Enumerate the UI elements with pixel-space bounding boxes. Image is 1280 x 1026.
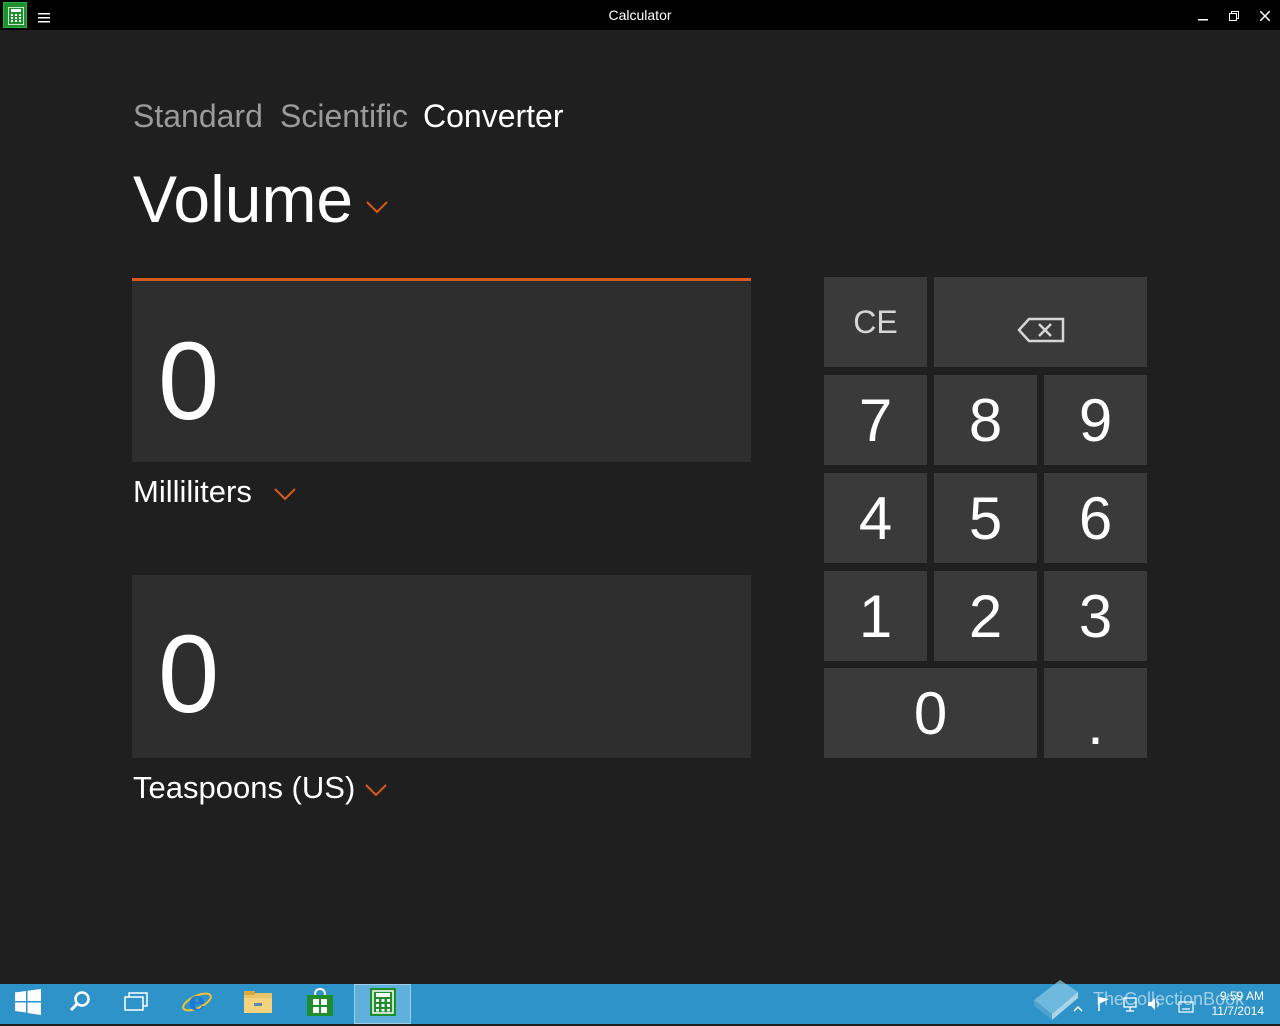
chevron-down-icon[interactable] [365,784,387,797]
category-label: Volume [133,162,354,236]
internet-explorer-icon: e [181,987,213,1021]
task-view-icon [124,992,148,1016]
backspace-icon [1016,288,1065,357]
chevron-down-icon[interactable] [366,201,388,214]
to-unit-label: Teaspoons (US) [133,770,356,805]
digit-7-button[interactable]: 7 [824,375,927,465]
digit-6-button[interactable]: 6 [1044,473,1147,563]
store-button[interactable] [292,984,348,1024]
network-icon[interactable] [1122,996,1138,1016]
store-icon [306,987,334,1021]
restore-button[interactable] [1219,0,1249,30]
to-value: 0 [158,613,220,736]
to-value-display[interactable]: 0 [132,575,751,758]
file-explorer-button[interactable] [230,984,286,1024]
category-selector[interactable]: Volume [133,166,353,232]
digit-3-button[interactable]: 3 [1044,571,1147,661]
tray-chevron-icon[interactable] [1073,998,1083,1017]
from-value-display[interactable]: 0 [132,278,751,462]
backspace-button[interactable] [934,277,1147,367]
windows-start-icon [15,989,41,1019]
tab-scientific[interactable]: Scientific [280,98,408,135]
action-center-flag-icon[interactable] [1097,996,1111,1016]
digit-9-button[interactable]: 9 [1044,375,1147,465]
window-title: Calculator [608,7,672,23]
from-unit-selector[interactable]: Milliliters [133,474,252,510]
chevron-down-icon[interactable] [274,488,296,501]
clock-time: 9:59 AM [1219,989,1264,1003]
volume-icon[interactable] [1147,996,1163,1016]
calculator-taskbar-button[interactable] [354,984,411,1024]
start-button[interactable] [0,984,56,1024]
title-bar: Calculator [0,0,1280,30]
search-icon [69,991,91,1017]
system-clock[interactable]: 9:59 AM 11/7/2014 [1212,989,1265,1019]
close-button[interactable] [1250,0,1280,30]
from-unit-label: Milliliters [133,474,252,509]
digit-8-button[interactable]: 8 [934,375,1037,465]
task-view-button[interactable] [108,984,164,1024]
tab-converter[interactable]: Converter [423,98,564,135]
digit-0-button[interactable]: 0 [824,668,1037,758]
file-explorer-icon [243,989,273,1019]
restore-icon [1229,6,1239,25]
digit-5-button[interactable]: 5 [934,473,1037,563]
clock-date: 11/7/2014 [1211,1004,1265,1018]
svg-text:e: e [189,987,206,1017]
close-icon [1259,6,1271,25]
from-value: 0 [158,320,220,443]
calculator-icon [369,988,396,1020]
digit-1-button[interactable]: 1 [824,571,927,661]
clear-entry-button[interactable]: CE [824,277,927,367]
minimize-icon [1198,6,1208,25]
taskbar: e TheCollectionBook 9:59 AM 11/7/2014 [0,980,1280,1024]
minimize-button[interactable] [1188,0,1218,30]
digit-2-button[interactable]: 2 [934,571,1037,661]
to-unit-selector[interactable]: Teaspoons (US) [133,770,355,806]
digit-4-button[interactable]: 4 [824,473,927,563]
search-button[interactable] [52,984,108,1024]
internet-explorer-button[interactable]: e [169,984,225,1024]
keyboard-icon[interactable] [1178,998,1194,1017]
decimal-point-button[interactable]: . [1044,668,1147,758]
tab-standard[interactable]: Standard [133,98,263,135]
